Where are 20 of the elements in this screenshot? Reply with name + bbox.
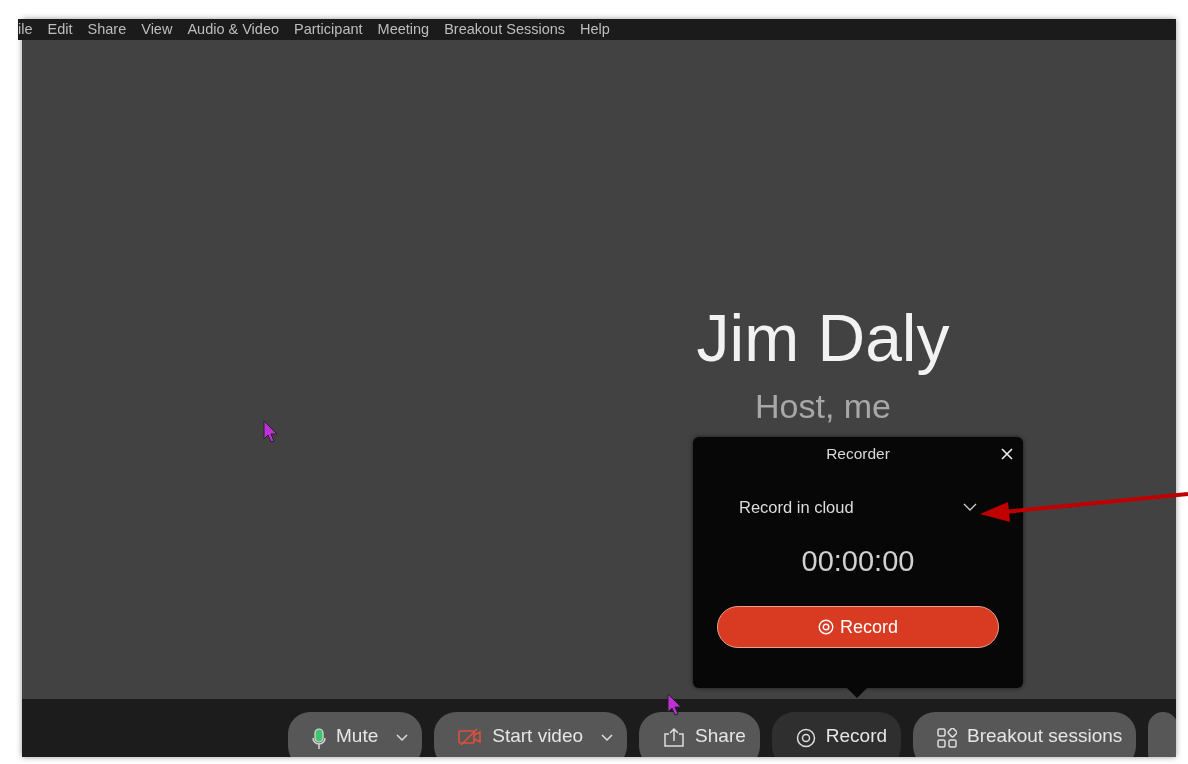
participant-name: Jim Daly: [696, 302, 950, 375]
toolbar-button[interactable]: Breakout sessions: [913, 712, 1137, 757]
popover-title: Recorder: [826, 445, 890, 463]
menu-item[interactable]: View: [141, 22, 173, 37]
recording-mode-dropdown[interactable]: Record in cloud: [739, 498, 977, 517]
toolbar-button[interactable]: Record: [771, 712, 902, 757]
record-button[interactable]: Record: [717, 606, 999, 648]
menu-item[interactable]: Participant: [294, 22, 363, 37]
menu-item[interactable]: Help: [580, 22, 610, 37]
menu-item[interactable]: Breakout Sessions: [444, 22, 566, 37]
menu-item[interactable]: Share: [87, 22, 127, 37]
participant-role: Host, me: [754, 388, 891, 423]
recording-timer: 00:00:00: [801, 545, 915, 578]
toolbar-button[interactable]: Share: [639, 712, 760, 757]
menu-item[interactable]: Audio & Video: [187, 22, 280, 37]
toolbar-button[interactable]: Start video: [434, 712, 628, 757]
menu-item[interactable]: ile: [18, 22, 33, 37]
toolbar-button[interactable]: Mute: [288, 712, 423, 757]
menu-item[interactable]: Edit: [47, 22, 73, 37]
menu-item[interactable]: Meeting: [377, 22, 430, 37]
